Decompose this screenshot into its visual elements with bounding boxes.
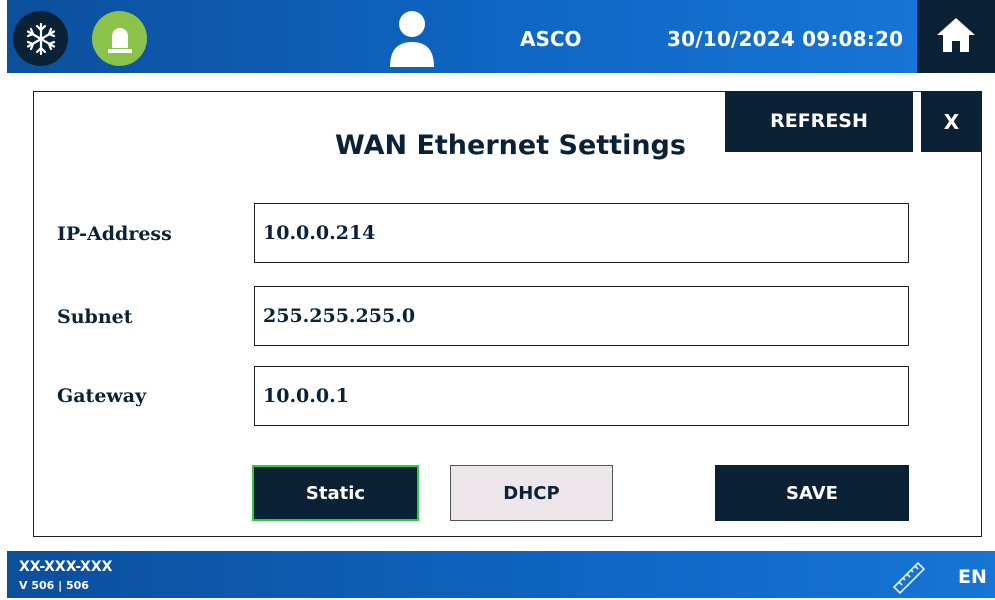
version-label: V 506 | 506 xyxy=(19,579,89,592)
datetime: 30/10/2024 09:08:20 xyxy=(667,27,904,51)
device-id: XX-XXX-XXX xyxy=(19,559,113,575)
ip-address-input[interactable]: 10.0.0.214 xyxy=(254,203,909,263)
subnet-input[interactable]: 255.255.255.0 xyxy=(254,286,909,346)
home-icon xyxy=(935,16,977,58)
dialog-title: WAN Ethernet Settings xyxy=(335,130,686,161)
language-selector[interactable]: EN xyxy=(958,566,987,588)
gateway-label: Gateway xyxy=(57,385,147,407)
ip-address-label: IP-Address xyxy=(57,223,172,245)
static-button[interactable]: Static xyxy=(252,465,419,521)
alarm-beacon-icon[interactable] xyxy=(92,11,147,66)
dhcp-button[interactable]: DHCP xyxy=(450,465,613,521)
ruler-icon[interactable] xyxy=(891,560,927,596)
close-button[interactable]: X xyxy=(921,92,982,152)
refresh-button[interactable]: REFRESH xyxy=(725,92,913,152)
gateway-input[interactable]: 10.0.0.1 xyxy=(254,366,909,426)
bottom-bar xyxy=(7,551,995,598)
snowflake-icon[interactable] xyxy=(13,11,68,66)
subnet-label: Subnet xyxy=(57,306,133,328)
home-button[interactable] xyxy=(917,0,995,73)
save-button[interactable]: SAVE xyxy=(715,465,909,521)
user-icon[interactable] xyxy=(387,9,437,67)
site-name: ASCO xyxy=(520,27,582,51)
